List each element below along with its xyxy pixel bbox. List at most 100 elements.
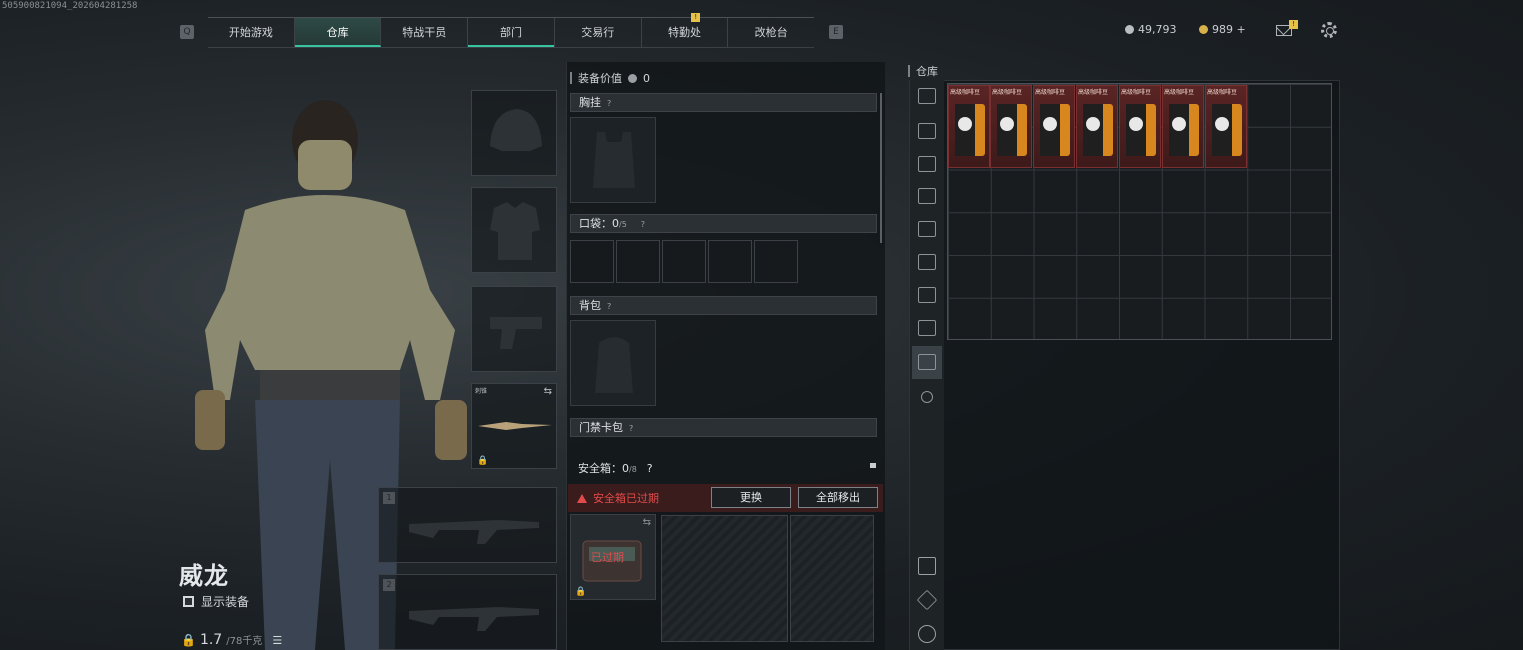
- tab-warehouse[interactable]: 仓库: [294, 18, 382, 47]
- stash-item[interactable]: 高级咖啡豆: [948, 85, 990, 168]
- pocket-slot[interactable]: [662, 240, 706, 283]
- safe-label: 安全箱：: [578, 462, 622, 475]
- stash-page-6-icon[interactable]: [912, 279, 942, 312]
- stash-page-7-icon[interactable]: [912, 312, 942, 345]
- stash-page-5-icon[interactable]: [912, 246, 942, 279]
- stash-title: 仓库: [916, 65, 938, 78]
- pockets-label: 口袋：: [579, 217, 612, 230]
- tab-label: 改枪台: [754, 26, 788, 39]
- gear-value-amount: 0: [643, 71, 650, 85]
- settings-gear-icon[interactable]: [1321, 22, 1337, 38]
- stash-title-row: 仓库: [908, 63, 938, 79]
- item-label: 高级咖啡豆: [1078, 89, 1109, 96]
- tab-label: 部门: [500, 26, 523, 39]
- secondary-weapon-slot[interactable]: 2: [378, 574, 557, 650]
- stash-page-2-icon[interactable]: [912, 148, 942, 181]
- stash-page-1-icon[interactable]: [912, 115, 942, 148]
- keycard-header: 门禁卡包?: [570, 418, 877, 437]
- help-icon[interactable]: ?: [629, 420, 633, 437]
- backpack-slot[interactable]: [570, 320, 656, 406]
- safe-total: /8: [629, 465, 637, 474]
- replace-button[interactable]: 更换: [711, 487, 791, 508]
- pocket-slot[interactable]: [708, 240, 752, 283]
- tab-start-game[interactable]: 开始游戏: [208, 18, 295, 47]
- pin-icon[interactable]: [870, 463, 876, 473]
- primary-weapon-slot[interactable]: 1: [378, 487, 557, 563]
- safe-box-header: 安全箱：0/8?: [570, 459, 883, 479]
- slot-number: 2: [383, 579, 395, 591]
- gear-scrollbar[interactable]: [880, 93, 882, 243]
- help-icon[interactable]: ?: [641, 216, 645, 233]
- sidearm-slot[interactable]: [471, 286, 557, 372]
- pocket-slot[interactable]: [616, 240, 660, 283]
- show-gear-checkbox[interactable]: [183, 596, 194, 607]
- sort-icon[interactable]: [918, 625, 936, 643]
- stash-page-8-icon[interactable]: [912, 346, 942, 379]
- pockets-used: 0: [612, 217, 619, 230]
- stash-page-4-icon[interactable]: [912, 213, 942, 246]
- tab-special-ops[interactable]: ! 特勤处: [642, 13, 729, 47]
- helmet-filter-icon[interactable]: [912, 80, 942, 113]
- tab-label: 交易行: [581, 26, 615, 39]
- stash-item[interactable]: 高级咖啡豆: [1119, 85, 1161, 168]
- show-gear-toggle[interactable]: 显示装备: [183, 593, 249, 610]
- tab-label: 特勤处: [667, 26, 701, 39]
- notification-badge: !: [691, 13, 701, 22]
- item-label: 高级咖啡豆: [1164, 89, 1195, 96]
- stash-item[interactable]: 高级咖啡豆: [990, 85, 1032, 168]
- remove-all-button[interactable]: 全部移出: [798, 487, 878, 508]
- melee-slot[interactable]: 刺锥 ⇆ 🔒: [471, 383, 557, 469]
- helmet-slot[interactable]: [471, 90, 557, 176]
- stash-page-3-icon[interactable]: [912, 180, 942, 213]
- tab-trading[interactable]: 交易行: [555, 18, 642, 47]
- item-label: 高级咖啡豆: [950, 89, 981, 96]
- tab-department[interactable]: 部门: [468, 18, 555, 47]
- keycard-label: 门禁卡包: [579, 421, 623, 434]
- gear-value-label: 装备价值: [578, 72, 622, 85]
- lock-icon: 🔒: [575, 587, 587, 597]
- item-label: 高级咖啡豆: [1035, 89, 1066, 96]
- item-label: 高级咖啡豆: [1207, 89, 1238, 96]
- mail-notification-badge: !: [1289, 20, 1298, 29]
- safe-storage-area[interactable]: [661, 515, 788, 642]
- gold-currency[interactable]: 989 +: [1199, 23, 1246, 36]
- armor-slot[interactable]: [471, 187, 557, 273]
- stash-item[interactable]: 高级咖啡豆: [1033, 85, 1075, 168]
- pocket-slot[interactable]: [754, 240, 798, 283]
- stash-item[interactable]: 高级咖啡豆: [1205, 85, 1247, 168]
- show-gear-label: 显示装备: [201, 595, 250, 609]
- help-icon[interactable]: ?: [647, 462, 653, 475]
- gold-coin-icon: [1199, 25, 1208, 34]
- help-icon[interactable]: ?: [607, 95, 611, 112]
- stash-settings-icon[interactable]: [912, 381, 942, 414]
- gold-amount: 989 +: [1212, 23, 1246, 36]
- warning-icon: [577, 493, 587, 503]
- lock-icon: 🔒: [477, 456, 489, 466]
- item-label: 高级咖啡豆: [992, 89, 1023, 96]
- backpack-label: 背包: [579, 299, 601, 312]
- swap-icon[interactable]: ⇆: [643, 517, 651, 528]
- pocket-slot[interactable]: [570, 240, 614, 283]
- tab-gunsmith[interactable]: 改枪台: [728, 18, 814, 47]
- silver-amount: 49,793: [1138, 23, 1177, 36]
- safe-case-slot[interactable]: 已过期 ⇆ 🔒: [570, 514, 656, 600]
- trash-icon[interactable]: [918, 557, 936, 575]
- weight-value: 1.7: [199, 632, 223, 648]
- gear-value-row: 装备价值 0: [570, 70, 650, 86]
- list-icon[interactable]: ☰: [272, 634, 282, 647]
- safe-storage-area[interactable]: [790, 515, 874, 642]
- tab-operators[interactable]: 特战干员: [381, 18, 469, 47]
- expired-warning: 安全箱已过期: [577, 490, 659, 506]
- top-nav: 开始游戏 仓库 特战干员 部门 交易行 ! 特勤处 改枪台: [208, 13, 814, 48]
- chest-rig-label: 胸挂: [579, 96, 601, 109]
- carry-weight: 🔒 1.7 /78千克 ☰: [181, 632, 282, 648]
- weight-max: /78千克: [226, 636, 263, 647]
- pockets-header: 口袋：0/5?: [570, 214, 877, 233]
- nav-next-key-hint[interactable]: E: [829, 25, 843, 39]
- help-icon[interactable]: ?: [607, 298, 611, 315]
- nav-prev-key-hint[interactable]: Q: [180, 25, 194, 39]
- character-name: 威龙: [179, 562, 229, 590]
- stash-item[interactable]: 高级咖啡豆: [1162, 85, 1204, 168]
- chest-rig-slot[interactable]: [570, 117, 656, 203]
- stash-item[interactable]: 高级咖啡豆: [1076, 85, 1118, 168]
